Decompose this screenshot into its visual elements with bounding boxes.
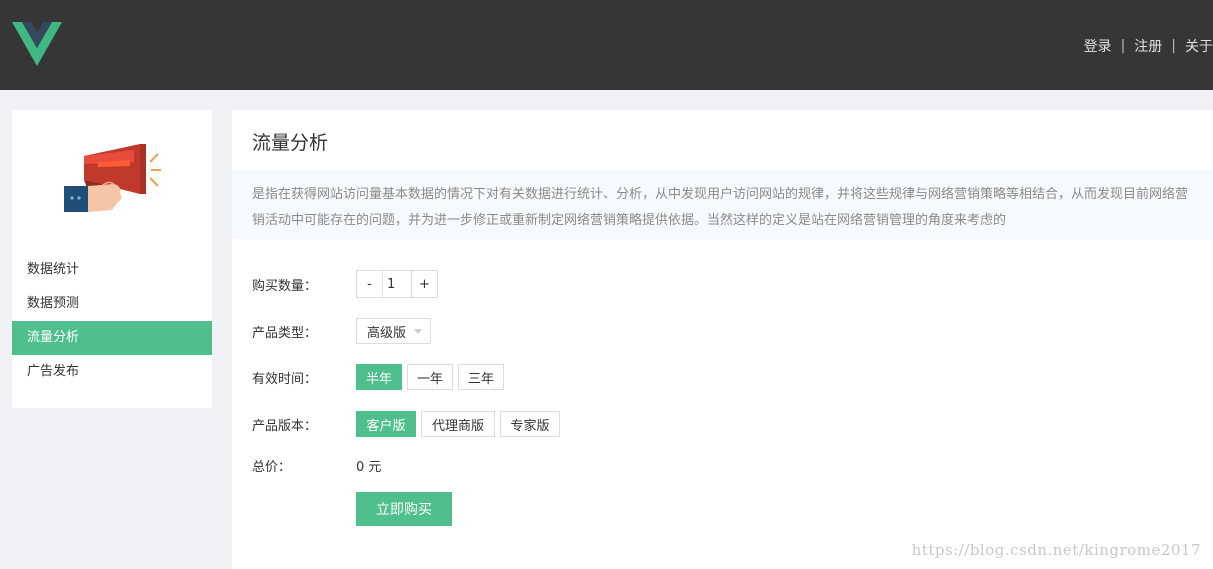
increment-button[interactable]: + [412,271,437,297]
quantity-stepper: - 1 + [356,270,438,298]
edition-row: 产品版本： 客户版 代理商版 专家版 [252,411,565,437]
description-text: 是指在获得网站访问量基本数据的情况下对有关数据进行统计、分析，从中发现用户访问网… [252,187,1189,228]
edition-option-expert[interactable]: 专家版 [500,411,560,437]
vue-logo-icon[interactable] [12,22,62,66]
about-link[interactable]: 关于 [1185,36,1213,56]
total-row: 总价： 0 元 [252,456,381,475]
product-type-value: 高级版 [367,325,407,341]
login-link[interactable]: 登录 [1084,36,1112,56]
decrement-button[interactable]: - [357,271,382,297]
page-title: 流量分析 [252,132,329,154]
buy-now-button[interactable]: 立即购买 [356,492,452,526]
quantity-input[interactable]: 1 [382,271,412,297]
quantity-label: 购买数量： [252,278,318,294]
sidebar: 数据统计 数据预测 流量分析 广告发布 [12,110,212,408]
product-type-row: 产品类型： 高级版 [252,318,432,344]
description-box: 是指在获得网站访问量基本数据的情况下对有关数据进行统计、分析，从中发现用户访问网… [232,170,1213,239]
product-type-label: 产品类型： [252,325,318,341]
sidebar-menu: 数据统计 数据预测 流量分析 广告发布 [12,253,212,389]
edition-option-agent[interactable]: 代理商版 [421,411,495,437]
duration-option-half-year[interactable]: 半年 [356,364,402,390]
edition-label: 产品版本： [252,418,318,434]
quantity-row: 购买数量： - 1 + [252,270,438,298]
main-panel: 流量分析 是指在获得网站访问量基本数据的情况下对有关数据进行统计、分析，从中发现… [232,110,1213,569]
sidebar-item-data-forecast[interactable]: 数据预测 [12,287,212,321]
megaphone-icon [64,144,161,212]
duration-option-three-year[interactable]: 三年 [458,364,504,390]
nav-separator: | [1120,38,1126,54]
watermark-text: https://blog.csdn.net/kingrome2017 [911,541,1201,559]
top-header: 登录 | 注册 | 关于 [0,0,1213,90]
product-type-select[interactable]: 高级版 [356,318,432,344]
nav-separator: | [1171,38,1176,54]
duration-label: 有效时间： [252,371,318,387]
sidebar-item-ad-publish[interactable]: 广告发布 [12,355,212,389]
duration-option-one-year[interactable]: 一年 [407,364,453,390]
chevron-down-icon [414,328,423,334]
sidebar-item-data-stats[interactable]: 数据统计 [12,253,212,287]
edition-option-client[interactable]: 客户版 [356,411,416,437]
top-nav: 登录 | 注册 | 关于 [1084,36,1213,56]
total-price: 0 元 [356,460,382,475]
duration-row: 有效时间： 半年 一年 三年 [252,364,509,390]
register-link[interactable]: 注册 [1134,36,1162,56]
sidebar-item-traffic-analysis[interactable]: 流量分析 [12,321,212,355]
total-label: 总价： [252,460,292,475]
